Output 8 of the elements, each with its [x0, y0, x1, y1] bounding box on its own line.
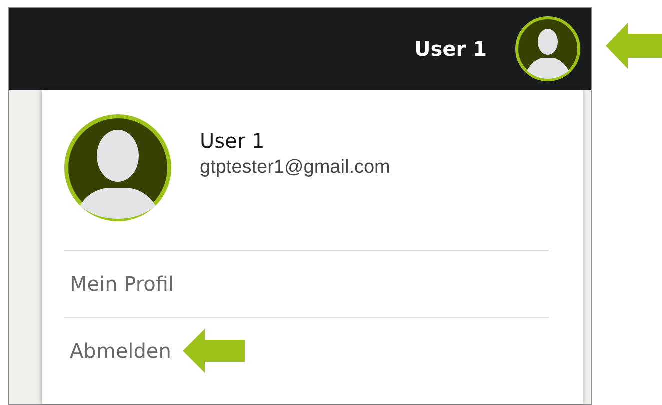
menu-item[interactable]: Abmelden — [70, 339, 172, 363]
avatar-icon — [64, 114, 172, 222]
arrow-icon — [606, 23, 662, 69]
user-name: User 1 — [414, 37, 487, 61]
user-name: User 1 — [200, 129, 266, 153]
menu-item[interactable]: Mein Profil — [70, 272, 174, 296]
avatar-icon[interactable] — [515, 16, 581, 82]
user-email: gtptester1@gmail.com — [200, 157, 390, 179]
